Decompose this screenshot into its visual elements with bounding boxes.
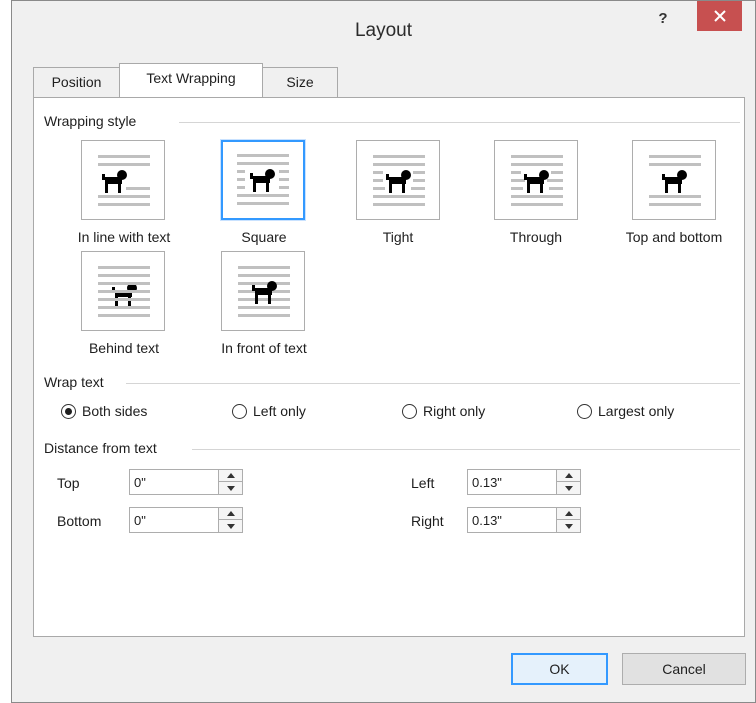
- spin-up-button[interactable]: [219, 508, 242, 520]
- wrap-option-square[interactable]: [220, 139, 306, 221]
- spin-up-button[interactable]: [557, 508, 580, 520]
- spin-down-button[interactable]: [219, 520, 242, 532]
- arrow-up-icon: [226, 511, 235, 516]
- wrap-option-inline[interactable]: [81, 140, 165, 220]
- divider: [192, 449, 740, 450]
- wrap-option-tight[interactable]: [356, 140, 440, 220]
- right-label: Right: [411, 513, 444, 529]
- distance-heading: Distance from text: [44, 440, 157, 456]
- tab-text-wrapping[interactable]: Text Wrapping: [119, 63, 263, 97]
- spin-buttons: [218, 508, 242, 532]
- left-spinner[interactable]: [467, 469, 581, 495]
- wrap-option-top-bottom[interactable]: [632, 140, 716, 220]
- radio-largest-only-label: Largest only: [598, 403, 675, 419]
- spin-buttons: [556, 470, 580, 494]
- spin-up-button[interactable]: [219, 470, 242, 482]
- radio-indicator: [577, 403, 592, 419]
- in-front-text-icon: [238, 266, 290, 317]
- arrow-down-icon: [226, 485, 235, 491]
- wrapping-style-heading: Wrapping style: [44, 113, 137, 129]
- arrow-up-icon: [564, 511, 573, 516]
- title-bar[interactable]: Layout ?: [12, 1, 755, 61]
- spin-buttons: [556, 508, 580, 532]
- top-label: Top: [57, 475, 80, 491]
- dialog-title: Layout: [354, 20, 413, 41]
- close-button[interactable]: [697, 1, 742, 31]
- tab-panel: Wrapping style In line with text Square …: [33, 97, 745, 637]
- bottom-label: Bottom: [57, 513, 102, 529]
- right-spinner[interactable]: [467, 507, 581, 533]
- layout-dialog: Layout ? Position Text Wrapping Size Wra…: [11, 0, 756, 703]
- arrow-down-icon: [564, 485, 573, 491]
- radio-indicator: [232, 403, 247, 419]
- wrap-option-through-label: Through: [509, 229, 563, 245]
- radio-both-sides-label: Both sides: [82, 403, 148, 419]
- wrap-text-heading: Wrap text: [44, 374, 104, 390]
- wrap-option-behind[interactable]: [81, 251, 165, 331]
- arrow-up-icon: [226, 473, 235, 478]
- right-input[interactable]: [468, 508, 554, 532]
- spin-buttons: [218, 470, 242, 494]
- spin-down-button[interactable]: [557, 482, 580, 494]
- radio-left-only[interactable]: Left only: [232, 403, 306, 419]
- close-icon: [713, 10, 726, 22]
- tab-size[interactable]: Size: [262, 67, 338, 97]
- wrap-option-through[interactable]: [494, 140, 578, 220]
- radio-right-only[interactable]: Right only: [402, 403, 485, 419]
- cancel-button[interactable]: Cancel: [622, 653, 746, 685]
- tight-wrap-icon: [373, 155, 425, 206]
- ok-button[interactable]: OK: [511, 653, 608, 685]
- arrow-up-icon: [564, 473, 573, 478]
- left-label: Left: [411, 475, 435, 491]
- tab-position[interactable]: Position: [33, 67, 120, 97]
- top-spinner[interactable]: [129, 469, 243, 495]
- wrap-option-inline-label: In line with text: [77, 229, 171, 245]
- wrap-option-tight-label: Tight: [382, 229, 414, 245]
- wrap-option-in-front-label: In front of text: [221, 340, 307, 356]
- radio-indicator: [402, 403, 417, 419]
- bottom-spinner[interactable]: [129, 507, 243, 533]
- spin-down-button[interactable]: [557, 520, 580, 532]
- top-input[interactable]: [130, 470, 216, 494]
- help-button[interactable]: ?: [648, 7, 678, 31]
- radio-left-only-label: Left only: [253, 403, 306, 419]
- behind-text-icon: [98, 266, 150, 317]
- square-wrap-icon: [237, 154, 289, 205]
- inline-wrap-icon: [98, 155, 150, 206]
- radio-largest-only[interactable]: Largest only: [577, 403, 674, 419]
- wrap-option-in-front[interactable]: [221, 251, 305, 331]
- spin-down-button[interactable]: [219, 482, 242, 494]
- divider: [126, 383, 740, 384]
- wrap-option-top-bottom-label: Top and bottom: [625, 229, 723, 245]
- top-bottom-wrap-icon: [649, 155, 701, 206]
- wrap-option-square-label: Square: [241, 229, 287, 245]
- left-input[interactable]: [468, 470, 554, 494]
- arrow-down-icon: [226, 523, 235, 529]
- bottom-input[interactable]: [130, 508, 216, 532]
- arrow-down-icon: [564, 523, 573, 529]
- wrap-option-behind-label: Behind text: [88, 340, 160, 356]
- divider: [179, 122, 740, 123]
- radio-both-sides[interactable]: Both sides: [61, 403, 147, 419]
- spin-up-button[interactable]: [557, 470, 580, 482]
- radio-right-only-label: Right only: [423, 403, 486, 419]
- radio-indicator: [61, 403, 76, 419]
- through-wrap-icon: [511, 155, 563, 206]
